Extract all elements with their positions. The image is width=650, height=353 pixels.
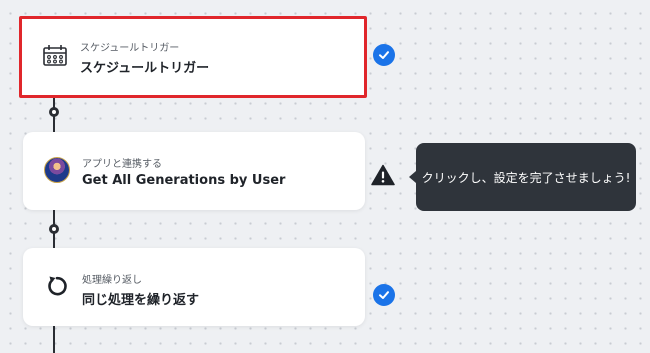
flow-step-card-loop[interactable]: 処理繰り返し 同じ処理を繰り返す xyxy=(23,248,365,326)
add-step-node[interactable] xyxy=(49,224,59,234)
flow-connector-line xyxy=(53,326,55,353)
add-step-node[interactable] xyxy=(49,107,59,117)
flow-step-card-schedule-trigger[interactable]: スケジュールトリガー スケジュールトリガー xyxy=(19,16,367,98)
flow-step-card-app-integration[interactable]: アプリと連携する Get All Generations by User xyxy=(23,132,365,210)
step-subtitle: アプリと連携する xyxy=(82,159,162,170)
step-title: 同じ処理を繰り返す xyxy=(82,293,200,308)
app-avatar-icon xyxy=(43,156,71,184)
calendar-schedule-icon xyxy=(41,41,69,69)
step-title: スケジュールトリガー xyxy=(80,61,210,76)
warning-icon xyxy=(371,164,395,186)
check-complete-icon xyxy=(373,284,395,306)
setup-tooltip: クリックし、設定を完了させましょう! xyxy=(409,143,636,211)
step-title: Get All Generations by User xyxy=(82,173,286,188)
tooltip-text: クリックし、設定を完了させましょう! xyxy=(421,170,631,185)
loop-arrow-icon xyxy=(43,272,71,300)
check-complete-icon xyxy=(373,44,395,66)
step-subtitle: スケジュールトリガー xyxy=(80,43,180,54)
step-subtitle: 処理繰り返し xyxy=(82,275,142,286)
